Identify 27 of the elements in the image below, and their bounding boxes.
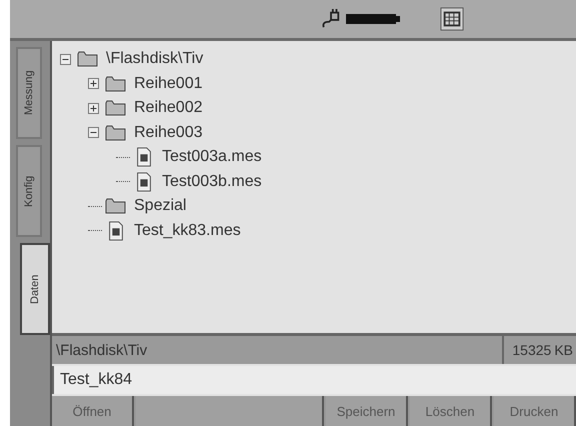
- folder-name[interactable]: \Flashdisk\Tiv: [106, 50, 204, 68]
- calendar-icon[interactable]: [440, 7, 464, 31]
- file-name[interactable]: Test_kk83.mes: [134, 222, 241, 240]
- side-tab[interactable]: Messung: [16, 47, 42, 139]
- folder-icon: [105, 74, 127, 94]
- folder-icon: [105, 122, 127, 143]
- path-display: \Flashdisk\Tiv: [52, 336, 504, 364]
- side-tab[interactable]: Daten: [20, 243, 50, 335]
- folder-name[interactable]: Reihe003: [134, 124, 202, 142]
- file-name[interactable]: Test003b.mes: [162, 172, 262, 191]
- plug-icon: [320, 9, 342, 29]
- folder-icon: [105, 196, 127, 216]
- file-name[interactable]: Test003a.mes: [162, 148, 262, 166]
- battery-icon: [346, 14, 400, 24]
- collapse-icon[interactable]: [88, 127, 99, 138]
- expand-icon[interactable]: [88, 78, 99, 90]
- unit-label: KB: [554, 342, 574, 358]
- folder-name[interactable]: Reihe001: [134, 74, 202, 93]
- folder-icon: [77, 49, 99, 70]
- free-space: 15325: [511, 342, 552, 358]
- folder-name[interactable]: Spezial: [134, 197, 186, 216]
- filename-field[interactable]: Test_kk84: [52, 366, 576, 394]
- expand-icon[interactable]: [88, 102, 99, 114]
- folder-icon: [105, 98, 127, 118]
- collapse-icon[interactable]: [60, 54, 71, 65]
- folder-name[interactable]: Reihe002: [134, 99, 202, 118]
- side-tab[interactable]: Konfig: [16, 145, 42, 237]
